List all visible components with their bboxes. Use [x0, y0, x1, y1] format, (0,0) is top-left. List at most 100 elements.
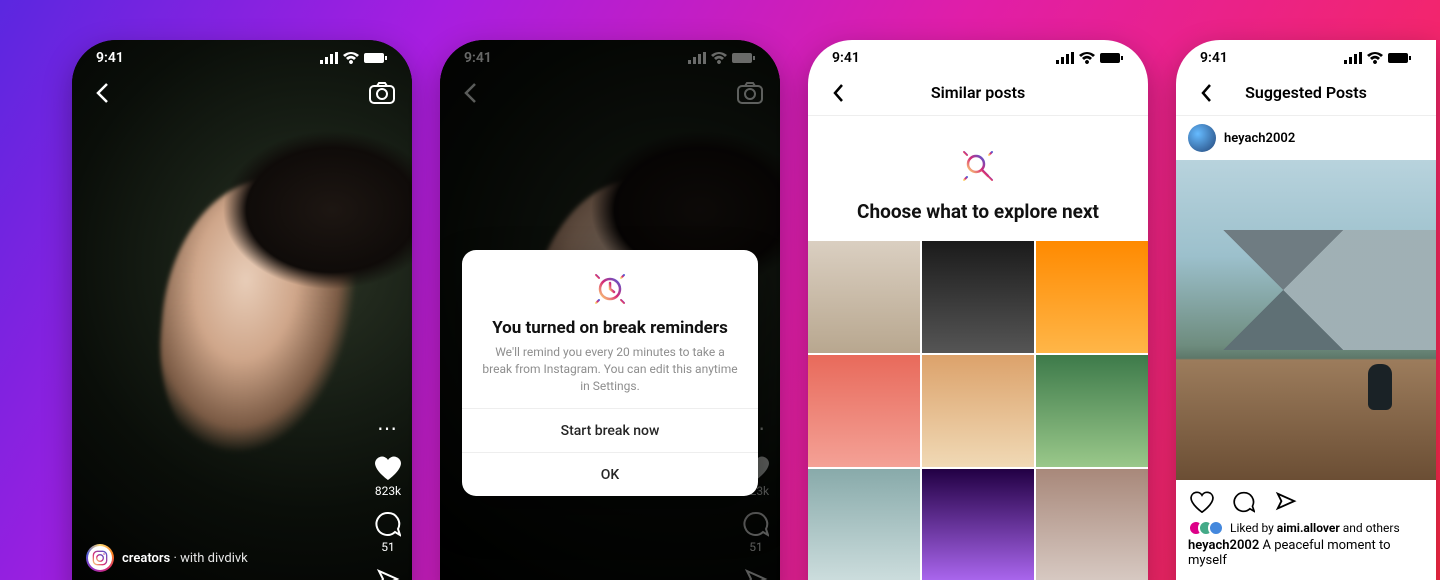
wifi-icon: [711, 52, 727, 64]
signal-icon: [1056, 52, 1074, 64]
status-icons: [1056, 52, 1124, 64]
post-action-bar: [1176, 480, 1436, 520]
explore-thumb[interactable]: [808, 469, 920, 580]
chevron-left-icon: [463, 82, 477, 104]
like-button[interactable]: [374, 454, 402, 482]
phone-reel: 9:41 ⋯ 82: [72, 40, 412, 580]
more-button[interactable]: ⋯: [374, 414, 402, 442]
status-bar: 9:41: [1176, 40, 1436, 70]
avatar[interactable]: [1188, 124, 1216, 152]
phone-suggested-posts: 9:41 Suggested Posts heyach2002: [1176, 40, 1436, 580]
chevron-left-icon: [95, 82, 109, 104]
camera-icon: [737, 82, 763, 104]
back-button[interactable]: [1192, 79, 1220, 107]
wifi-icon: [343, 52, 359, 64]
phone-similar-posts: 9:41 Similar posts: [808, 40, 1148, 580]
comment-button[interactable]: [1230, 488, 1258, 516]
explore-thumb[interactable]: [1036, 469, 1148, 580]
explore-grid: [808, 241, 1148, 580]
battery-icon: [364, 52, 388, 64]
explore-thumb[interactable]: [808, 241, 920, 353]
explore-thumb[interactable]: [1036, 355, 1148, 467]
explore-thumb[interactable]: [922, 355, 1034, 467]
showcase-stage: 9:41 ⋯ 82: [0, 0, 1440, 580]
search-icon: [956, 144, 1000, 188]
post-caption: heyach2002 A peaceful moment to myself: [1176, 536, 1436, 568]
author-avatar[interactable]: [86, 544, 114, 572]
status-time: 9:41: [464, 50, 492, 66]
likes-prefix: Liked by: [1230, 521, 1277, 535]
reel-appbar: [72, 70, 412, 116]
explore-thumb[interactable]: [1036, 241, 1148, 353]
instagram-glyph-icon: [92, 550, 108, 566]
status-bar: 9:41: [808, 40, 1148, 70]
post-username[interactable]: heyach2002: [1224, 131, 1295, 146]
similar-appbar: Similar posts: [808, 70, 1148, 116]
post-author-row[interactable]: heyach2002: [1176, 116, 1436, 160]
clock-icon: [589, 268, 631, 310]
phone-break-modal: 9:41 ⋯ 823k: [440, 40, 780, 580]
share-button: [742, 566, 770, 580]
comment-count: 51: [749, 540, 763, 554]
comment-icon: [743, 511, 769, 537]
like-button[interactable]: [1188, 488, 1216, 516]
battery-icon: [1100, 52, 1124, 64]
liker-avatars: [1188, 520, 1224, 536]
modal-action-start[interactable]: Start break now: [462, 408, 758, 452]
status-time: 9:41: [832, 50, 860, 66]
likes-liker[interactable]: aimi.allover: [1277, 521, 1340, 535]
break-reminder-modal: You turned on break reminders We'll remi…: [462, 250, 758, 496]
suggested-appbar: Suggested Posts: [1176, 70, 1436, 116]
heart-icon: [1190, 491, 1214, 513]
nav-title: Suggested Posts: [1220, 83, 1392, 102]
modal-action-ok[interactable]: OK: [462, 452, 758, 496]
share-button[interactable]: [1272, 488, 1300, 516]
battery-icon: [732, 52, 756, 64]
share-button[interactable]: [374, 566, 402, 580]
likes-row[interactable]: Liked by aimi.allover and others: [1176, 520, 1436, 536]
caption-user[interactable]: heyach2002: [1188, 538, 1259, 553]
comment-count: 51: [381, 540, 395, 554]
reel-photo: [72, 40, 412, 580]
signal-icon: [688, 52, 706, 64]
status-time: 9:41: [96, 50, 124, 66]
camera-button: [736, 79, 764, 107]
modal-body: We'll remind you every 20 minutes to tak…: [480, 344, 740, 394]
author-name[interactable]: creators: [122, 551, 170, 566]
comment-button: [742, 510, 770, 538]
comment-button[interactable]: [374, 510, 402, 538]
post-image[interactable]: [1176, 160, 1436, 480]
reel-appbar: [440, 70, 780, 116]
explore-thumb[interactable]: [922, 241, 1034, 353]
back-button[interactable]: [824, 79, 852, 107]
send-icon: [744, 568, 768, 580]
chevron-left-icon: [832, 83, 844, 103]
back-button[interactable]: [88, 79, 116, 107]
status-bar: 9:41: [72, 40, 412, 70]
reel-action-rail: ⋯ 823k 51: [374, 414, 402, 580]
nav-title: Similar posts: [852, 83, 1104, 102]
status-time: 9:41: [1200, 50, 1228, 66]
explore-headline: Choose what to explore next: [824, 200, 1132, 223]
battery-icon: [1388, 52, 1412, 64]
status-icons: [1344, 52, 1412, 64]
send-icon: [1275, 491, 1297, 513]
send-icon: [376, 568, 400, 580]
status-icons: [688, 52, 756, 64]
status-icons: [320, 52, 388, 64]
camera-icon: [369, 82, 395, 104]
reel-caption-area: creators · with divdivk Regular breaks c…: [86, 544, 342, 580]
camera-button[interactable]: [368, 79, 396, 107]
back-button: [456, 79, 484, 107]
signal-icon: [320, 52, 338, 64]
explore-thumb[interactable]: [808, 355, 920, 467]
heart-icon: [374, 455, 402, 481]
wifi-icon: [1079, 52, 1095, 64]
explore-thumb[interactable]: [922, 469, 1034, 580]
explore-header: Choose what to explore next: [808, 116, 1148, 241]
comment-icon: [375, 511, 401, 537]
comment-icon: [1233, 491, 1255, 513]
status-bar: 9:41: [440, 40, 780, 70]
signal-icon: [1344, 52, 1362, 64]
chevron-left-icon: [1200, 83, 1212, 103]
